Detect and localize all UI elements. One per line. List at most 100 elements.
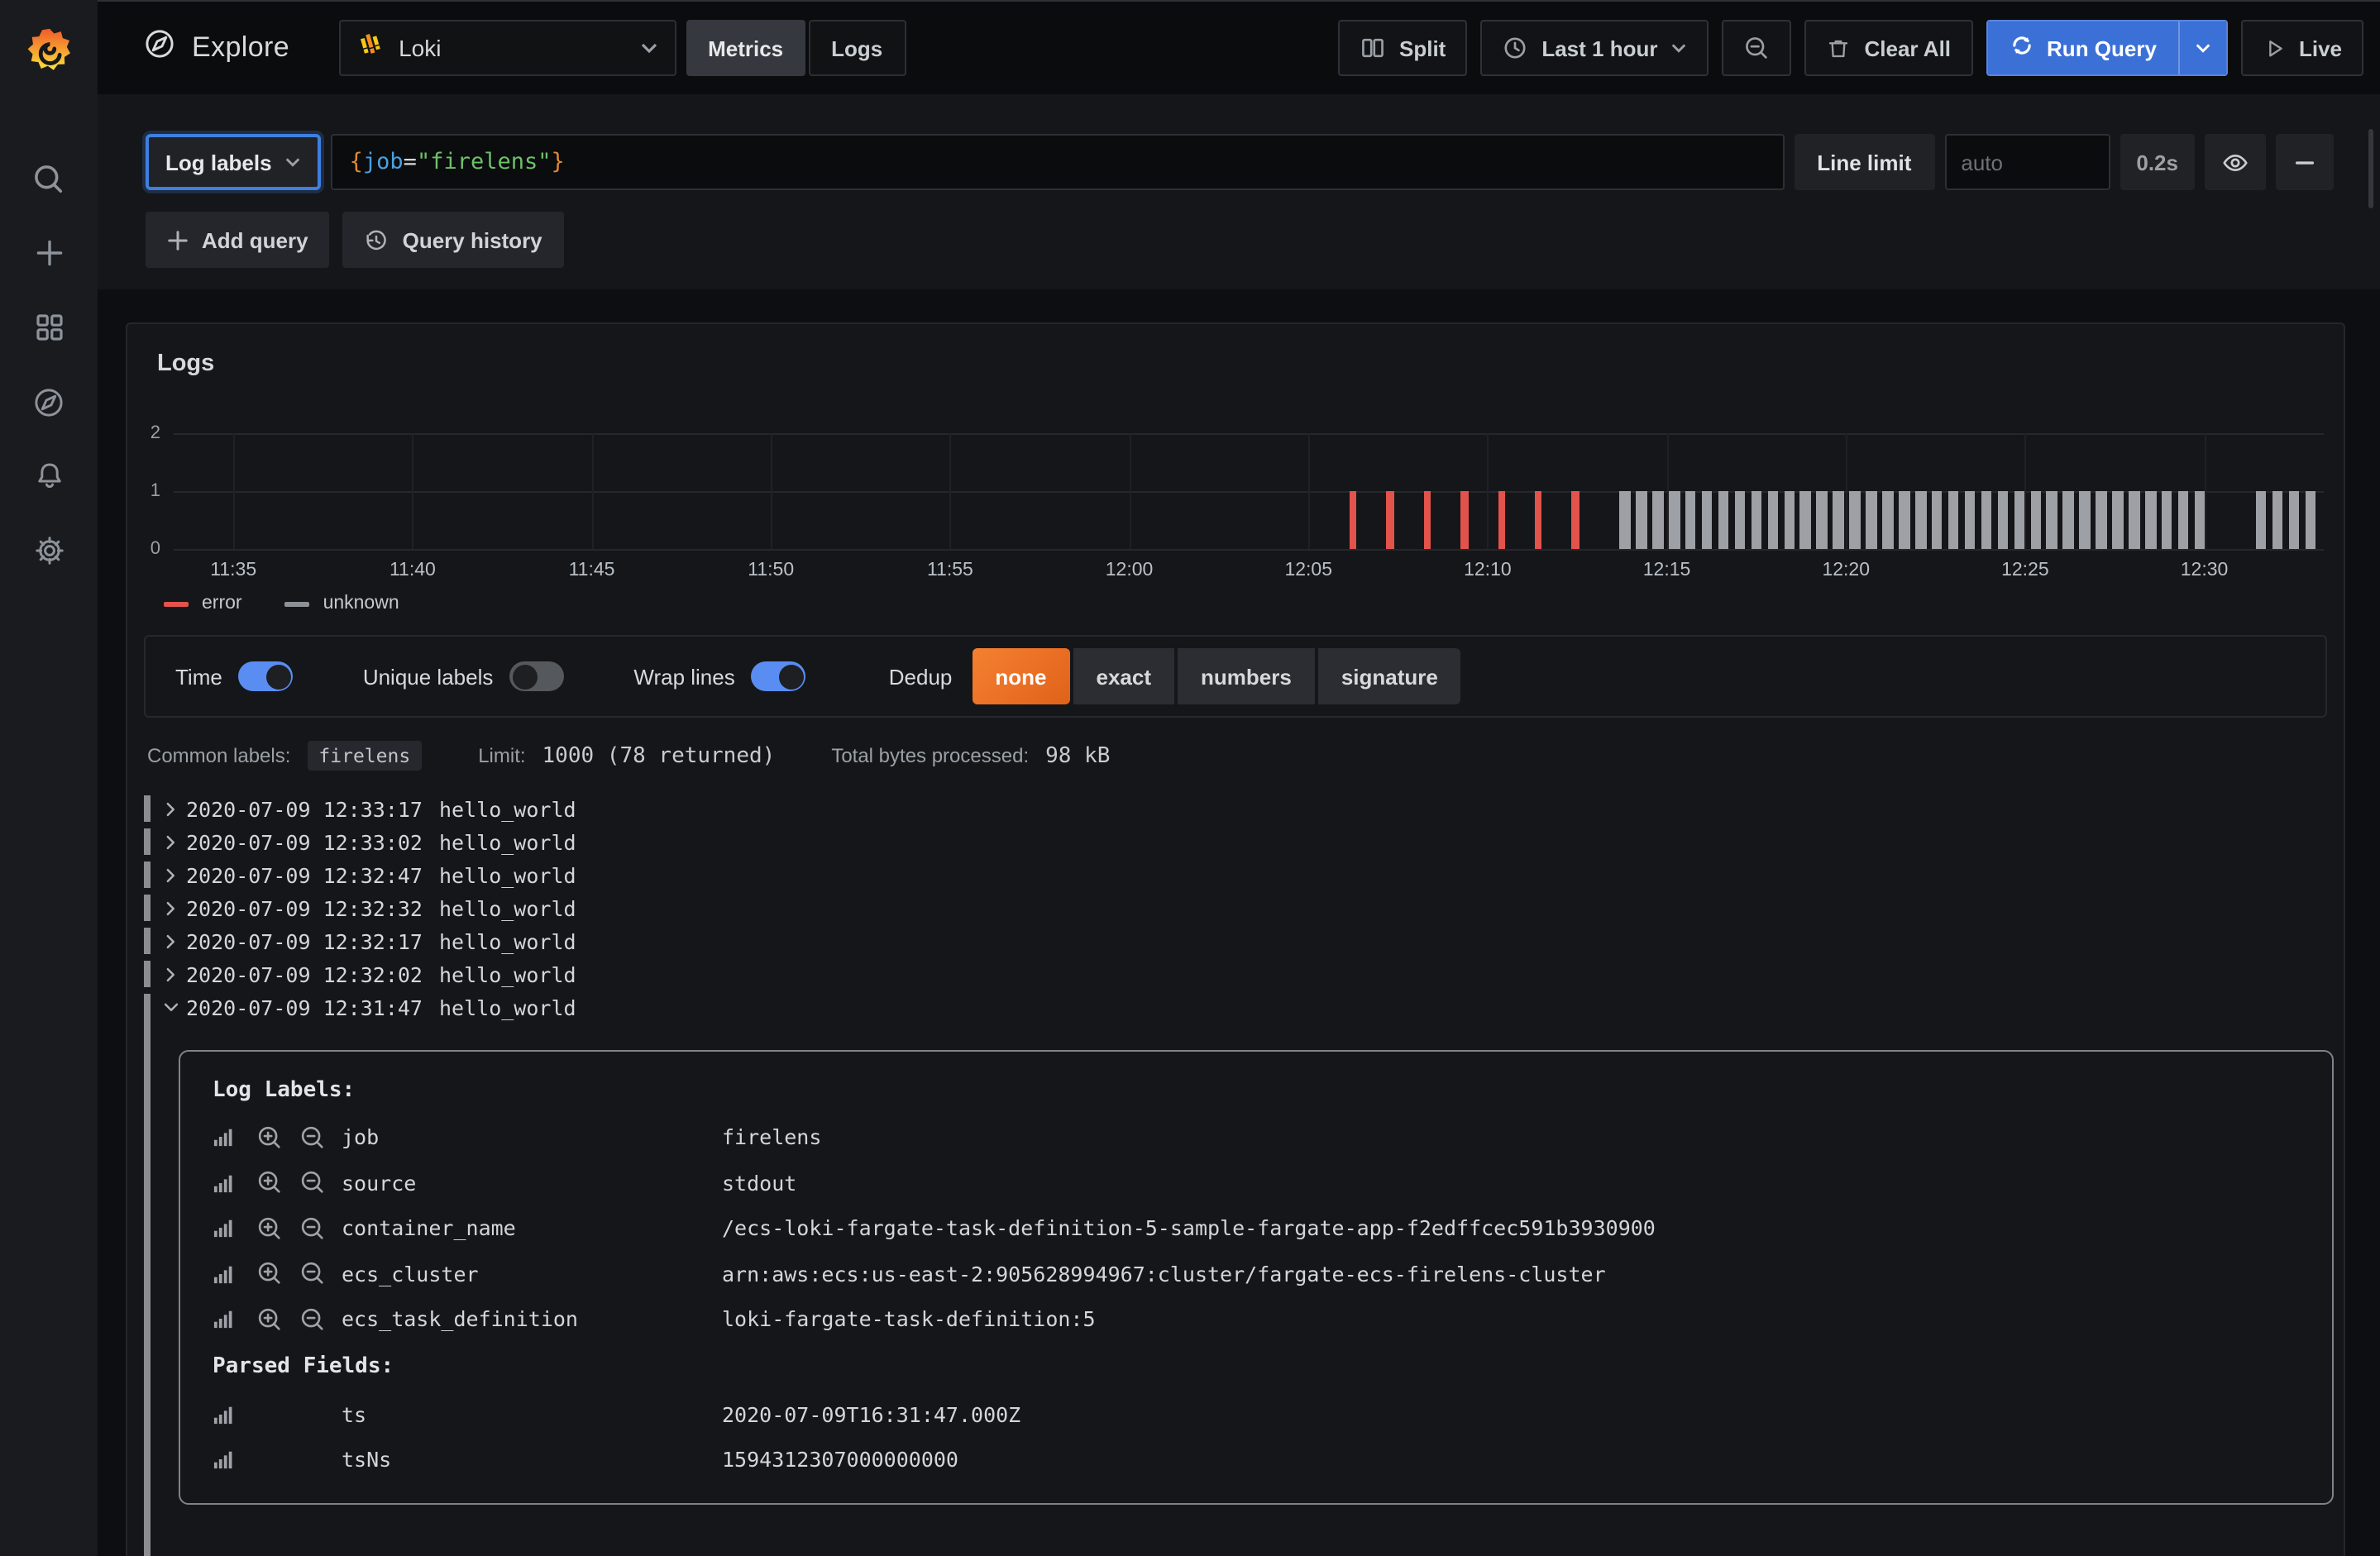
- unknown-bar: [1915, 491, 1926, 549]
- chevron-down-icon[interactable]: [161, 998, 186, 1016]
- sidebar-item-search[interactable]: [27, 162, 70, 195]
- chevron-right-icon[interactable]: [161, 866, 186, 884]
- line-limit-label: Line limit: [1794, 134, 1934, 190]
- stats-icon[interactable]: [213, 1172, 256, 1194]
- chevron-right-icon[interactable]: [161, 965, 186, 983]
- detail-value: 2020-07-09T16:31:47.000Z: [722, 1402, 2331, 1427]
- x-axis-tick: 11:55: [910, 561, 990, 580]
- query-history-button[interactable]: Query history: [343, 212, 564, 268]
- x-axis-tick: 12:20: [1806, 561, 1885, 580]
- query-editor-section: Log labels {job="firelens"} Line limit 0…: [98, 94, 2380, 289]
- filter-for-icon[interactable]: [256, 1124, 299, 1151]
- sidebar-item-alerting[interactable]: [27, 460, 70, 493]
- log-row[interactable]: 2020-07-09 12:33:17hello_world: [144, 792, 2330, 825]
- chevron-right-icon[interactable]: [161, 932, 186, 950]
- chevron-right-icon[interactable]: [161, 899, 186, 917]
- time-range-picker[interactable]: Last 1 hour: [1480, 20, 1709, 76]
- unknown-bar: [1833, 491, 1844, 549]
- log-row[interactable]: 2020-07-09 12:32:02hello_world: [144, 957, 2330, 990]
- query-token: {: [350, 149, 363, 175]
- filter-out-icon[interactable]: [299, 1306, 342, 1333]
- log-row[interactable]: 2020-07-09 12:32:47hello_world: [144, 858, 2330, 891]
- log-row[interactable]: 2020-07-09 12:32:17hello_world: [144, 924, 2330, 957]
- unknown-bar: [1735, 491, 1746, 549]
- log-row[interactable]: 2020-07-09 12:31:47hello_world: [161, 990, 2330, 1024]
- dedup-option-none[interactable]: none: [972, 648, 1069, 704]
- run-query-button[interactable]: Run Query: [1986, 20, 2228, 76]
- query-row: Log labels {job="firelens"} Line limit 0…: [146, 134, 2334, 190]
- filter-out-icon[interactable]: [299, 1215, 342, 1242]
- clear-all-button[interactable]: Clear All: [1805, 20, 1973, 76]
- sidebar-item-dashboards[interactable]: [27, 311, 70, 344]
- filter-out-icon[interactable]: [299, 1124, 342, 1151]
- scrollbar[interactable]: [2368, 129, 2373, 208]
- legend-item-error[interactable]: error: [164, 594, 242, 613]
- filter-out-icon[interactable]: [299, 1261, 342, 1287]
- time-toggle-item: Time: [175, 661, 294, 691]
- page-title: Explore: [192, 31, 289, 64]
- log-line: hello_world: [439, 796, 576, 821]
- detail-row: jobfirelens: [213, 1114, 2331, 1160]
- add-query-button[interactable]: Add query: [146, 212, 330, 268]
- dedup-option-signature[interactable]: signature: [1318, 648, 1461, 704]
- log-line: hello_world: [439, 895, 576, 920]
- line-limit-input[interactable]: [1944, 134, 2110, 190]
- chevron-right-icon[interactable]: [161, 799, 186, 818]
- gridline-h: [174, 549, 2324, 551]
- stats-icon[interactable]: [213, 1263, 256, 1285]
- detail-key: ts: [342, 1402, 722, 1427]
- unknown-bar: [1850, 491, 1861, 549]
- live-button[interactable]: Live: [2241, 20, 2363, 76]
- run-query-dropdown[interactable]: [2178, 21, 2226, 74]
- filter-for-icon[interactable]: [256, 1306, 299, 1333]
- detail-row: tsNs1594312307000000000: [213, 1437, 2331, 1482]
- query-duration-badge: 0.2s: [2120, 134, 2195, 190]
- filter-for-icon[interactable]: [256, 1215, 299, 1242]
- chart-plot: 01211:3511:4011:4511:5011:5512:0012:0512…: [174, 433, 2324, 549]
- logs-panel: Logs 01211:3511:4011:4511:5011:5512:0012…: [126, 322, 2345, 1556]
- query-expression-input[interactable]: {job="firelens"}: [332, 134, 1785, 190]
- query-token: job: [363, 149, 404, 175]
- log-row[interactable]: 2020-07-09 12:32:32hello_world: [144, 891, 2330, 924]
- wrap-lines-toggle-item: Wrap lines: [633, 661, 805, 691]
- filter-out-icon[interactable]: [299, 1170, 342, 1196]
- split-button[interactable]: Split: [1338, 20, 1467, 76]
- dedup-option-exact[interactable]: exact: [1073, 648, 1175, 704]
- dedup-option-numbers[interactable]: numbers: [1178, 648, 1315, 704]
- unknown-bar: [1817, 491, 1828, 549]
- gridline-v: [1846, 433, 1847, 549]
- datasource-picker[interactable]: Loki: [339, 20, 676, 76]
- y-axis-tick: 2: [137, 423, 160, 443]
- error-bar: [1498, 491, 1505, 549]
- unknown-bar: [2063, 491, 2074, 549]
- chevron-right-icon[interactable]: [161, 833, 186, 851]
- log-labels-button[interactable]: Log labels: [146, 134, 322, 190]
- preview-toggle-button[interactable]: [2205, 134, 2266, 190]
- unknown-bar: [1767, 491, 1778, 549]
- error-bar: [1535, 491, 1542, 549]
- stats-icon[interactable]: [213, 1127, 256, 1148]
- stats-icon[interactable]: [213, 1218, 256, 1239]
- log-row[interactable]: 2020-07-09 12:33:02hello_world: [144, 825, 2330, 858]
- x-axis-tick: 12:00: [1090, 561, 1169, 580]
- stats-icon[interactable]: [213, 1404, 256, 1425]
- legend-item-unknown[interactable]: unknown: [285, 594, 399, 613]
- time-toggle[interactable]: [239, 661, 294, 691]
- sidebar-item-configuration[interactable]: [27, 534, 70, 567]
- grafana-logo[interactable]: [21, 20, 77, 76]
- collapse-query-button[interactable]: [2276, 134, 2334, 190]
- tab-metrics[interactable]: Metrics: [686, 20, 805, 76]
- log-line: hello_world: [439, 962, 576, 986]
- sidebar-item-new[interactable]: [27, 236, 70, 270]
- filter-for-icon[interactable]: [256, 1170, 299, 1196]
- sidebar-item-explore[interactable]: [27, 385, 70, 418]
- stats-icon[interactable]: [213, 1449, 256, 1471]
- zoom-out-button[interactable]: [1723, 20, 1792, 76]
- unique-labels-toggle-item: Unique labels: [363, 661, 565, 691]
- tab-logs[interactable]: Logs: [808, 20, 906, 76]
- unknown-bar: [1948, 491, 1959, 549]
- filter-for-icon[interactable]: [256, 1261, 299, 1287]
- stats-icon[interactable]: [213, 1309, 256, 1330]
- unique-labels-toggle[interactable]: [509, 661, 564, 691]
- wrap-lines-toggle[interactable]: [752, 661, 806, 691]
